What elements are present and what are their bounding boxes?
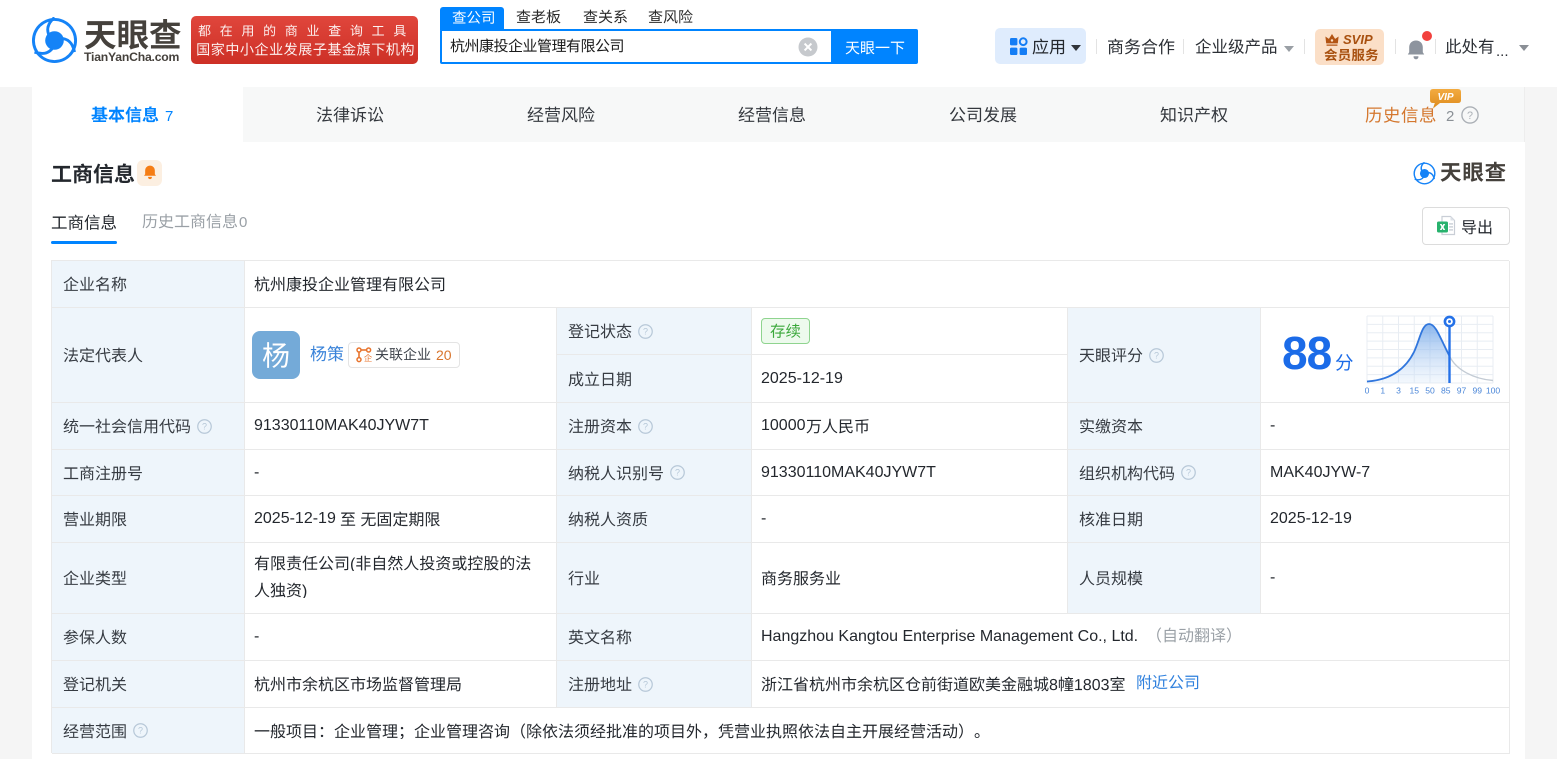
svg-text:?: ?	[138, 726, 143, 736]
svg-text:100: 100	[1486, 386, 1500, 396]
svg-text:97: 97	[1457, 386, 1467, 396]
svg-text:?: ?	[1467, 110, 1473, 122]
svg-text:15: 15	[1409, 386, 1419, 396]
svg-text:50: 50	[1425, 386, 1435, 396]
svg-text:?: ?	[643, 326, 648, 336]
svg-text:?: ?	[202, 421, 207, 431]
svg-text:?: ?	[1186, 468, 1191, 478]
svg-text:?: ?	[1154, 350, 1159, 360]
svg-text:VIP: VIP	[1437, 92, 1453, 103]
svg-text:?: ?	[643, 421, 648, 431]
svg-text:1: 1	[1380, 386, 1385, 396]
svg-text:99: 99	[1472, 386, 1482, 396]
svg-text:?: ?	[675, 468, 680, 478]
svg-text:?: ?	[643, 679, 648, 689]
svg-text:85: 85	[1441, 386, 1451, 396]
svg-text:0: 0	[1365, 386, 1370, 396]
svg-text:3: 3	[1396, 386, 1401, 396]
